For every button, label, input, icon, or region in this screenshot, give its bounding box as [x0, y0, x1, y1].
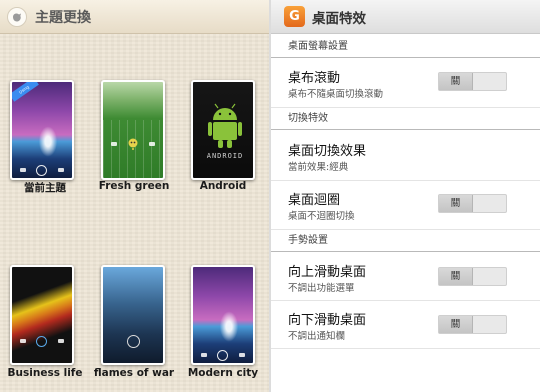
effects-header-title: 桌面特效	[312, 10, 366, 27]
swipe-up-toggle[interactable]: 關	[438, 267, 507, 286]
camera-icon	[20, 168, 27, 172]
setting-row-swipe-down[interactable]: 向下滑動桌面 不調出通知欄 關	[271, 301, 540, 349]
setting-row-switch-effect[interactable]: 桌面切換效果 當前效果:經典	[271, 131, 540, 181]
setting-row-desktop-loop[interactable]: 桌面迴圈 桌面不迴圈切換 關	[271, 181, 540, 230]
theme-label-modern-city: Modern city	[187, 367, 259, 379]
camera-icon	[20, 339, 27, 343]
theme-label-fresh-green: Fresh green	[98, 180, 170, 192]
lock-icon	[126, 334, 140, 348]
desktop-loop-toggle[interactable]: 關	[438, 194, 507, 213]
lock-icon	[217, 349, 229, 361]
thumb-dock	[193, 347, 253, 363]
section-screen-settings: 桌面螢幕設置	[271, 36, 540, 58]
wallpaper-scroll-toggle[interactable]: 關	[438, 72, 507, 91]
section-switch-effects: 切換特效	[271, 108, 540, 130]
desktop-effects-panel: G 桌面特效 桌面螢幕設置 桌布滾動 桌布不隨桌面切換滾動 關 切換特效 桌面切…	[271, 0, 540, 392]
theme-thumb-business-life[interactable]	[10, 265, 74, 365]
launcher-app-icon	[7, 6, 27, 27]
lock-icon	[36, 335, 48, 347]
using-badge: Using	[12, 82, 39, 102]
phone-icon	[111, 142, 117, 146]
setting-row-swipe-up[interactable]: 向上滑動桌面 不調出功能選單 關	[271, 253, 540, 301]
theme-picker-panel: 主題更換 Using 當前主題 Fresh green ANDROID Andr…	[0, 0, 269, 392]
message-icon	[149, 142, 155, 146]
camera-icon	[201, 353, 208, 357]
setting-title: 向上滑動桌面	[288, 265, 367, 280]
theme-header: 主題更換	[0, 0, 269, 34]
thumb-dock	[12, 162, 72, 178]
setting-subtitle: 當前效果:經典	[288, 162, 349, 173]
setting-row-wallpaper-scroll[interactable]: 桌布滾動 桌布不隨桌面切換滾動 關	[271, 59, 540, 108]
thumb-dock	[103, 333, 163, 349]
setting-subtitle: 桌布不隨桌面切換滾動	[288, 89, 384, 100]
toggle-off-label: 關	[439, 316, 473, 333]
android-logo-text: ANDROID	[206, 152, 244, 160]
setting-title: 桌面切換效果	[288, 144, 367, 159]
thumb-dock	[103, 136, 163, 152]
setting-subtitle: 桌面不迴圈切換	[288, 211, 355, 222]
theme-label-business-life: Business life	[7, 367, 83, 379]
unlock-icon	[57, 168, 64, 172]
android-robot-icon	[208, 103, 242, 148]
theme-label-flames-of-war: flames of war	[93, 367, 175, 379]
setting-title: 桌布滾動	[288, 71, 341, 86]
effects-header: G 桌面特效	[271, 0, 540, 34]
theme-thumb-flames-of-war[interactable]	[101, 265, 165, 365]
toggle-off-label: 關	[439, 268, 473, 285]
setting-title: 向下滑動桌面	[288, 313, 367, 328]
theme-header-title: 主題更換	[35, 9, 91, 26]
setting-subtitle: 不調出通知欄	[288, 331, 346, 342]
theme-label-current: 當前主題	[24, 182, 66, 194]
toggle-off-label: 關	[439, 73, 473, 90]
theme-label-android: Android	[199, 180, 247, 192]
theme-thumb-modern-city[interactable]	[191, 265, 255, 365]
theme-thumb-current[interactable]: Using	[10, 80, 74, 180]
theme-thumb-android[interactable]: ANDROID	[191, 80, 255, 180]
theme-thumb-fresh-green[interactable]	[101, 80, 165, 180]
unlock-icon	[57, 339, 64, 343]
unlock-pin-icon	[128, 138, 138, 150]
section-gesture-settings: 手勢設置	[271, 230, 540, 252]
go-launcher-icon: G	[284, 6, 305, 27]
unlock-icon	[238, 353, 245, 357]
setting-title: 桌面迴圈	[288, 193, 341, 208]
swipe-down-toggle[interactable]: 關	[438, 315, 507, 334]
lock-icon	[36, 164, 48, 176]
toggle-off-label: 關	[439, 195, 473, 212]
setting-subtitle: 不調出功能選單	[288, 283, 355, 294]
thumb-dock	[12, 333, 72, 349]
